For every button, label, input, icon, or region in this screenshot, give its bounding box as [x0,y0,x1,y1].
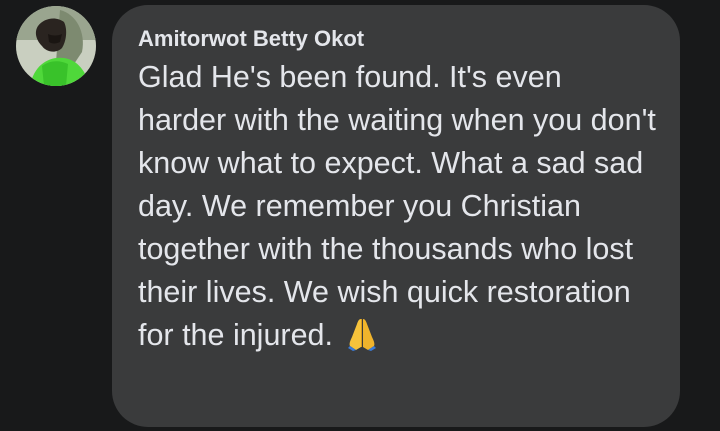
folded-hands-icon [347,317,377,363]
avatar-photo [16,6,96,86]
comment-text-content: Glad He's been found. It's even harder w… [138,60,656,352]
avatar[interactable] [16,6,96,86]
comment-author-name[interactable]: Amitorwot Betty Okot [138,25,654,53]
comment-bubble: Amitorwot Betty Okot Glad He's been foun… [112,5,680,427]
comment: Amitorwot Betty Okot Glad He's been foun… [0,0,720,431]
comment-text: Glad He's been found. It's even harder w… [138,56,658,363]
